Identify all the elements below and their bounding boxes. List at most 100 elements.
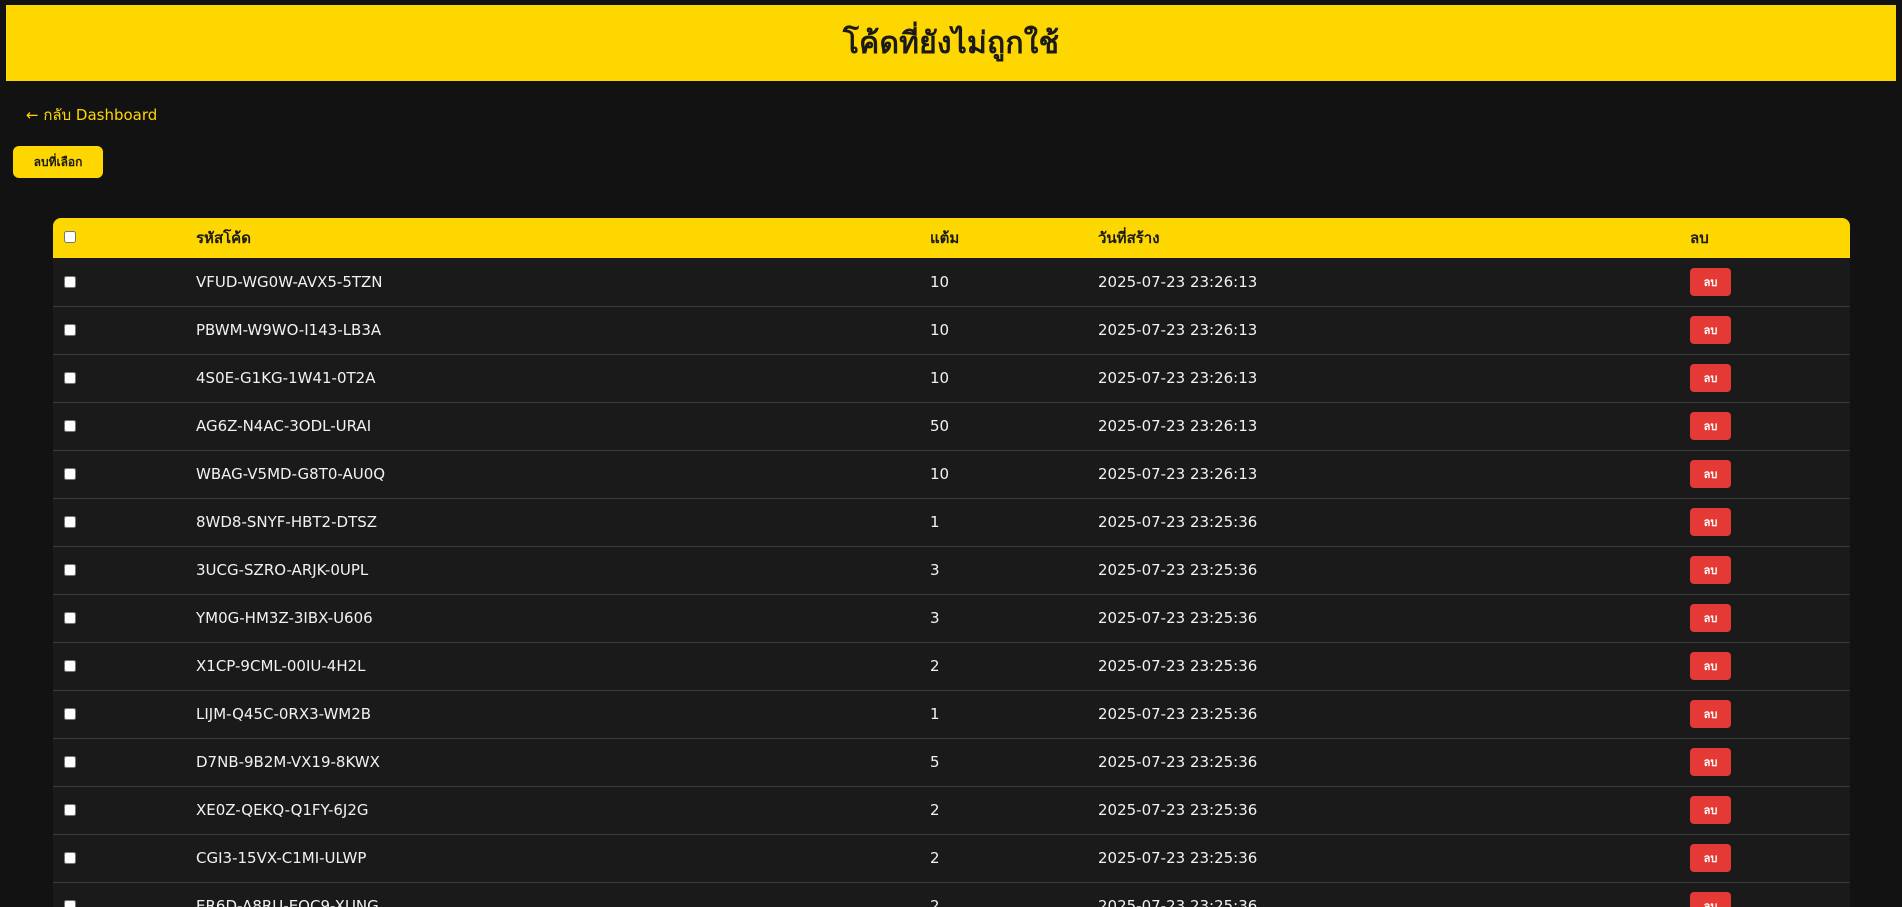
page-title: โค้ดที่ยังไม่ถูกใช้ [842,25,1060,61]
row-select-checkbox[interactable] [64,660,76,672]
row-select-checkbox[interactable] [64,708,76,720]
table-row: AG6Z-N4AC-3ODL-URAI 50 2025-07-23 23:26:13… [53,402,1850,450]
table-row: PBWM-W9WO-I143-LB3A 10 2025-07-23 23:26:13… [53,306,1850,354]
row-select-checkbox[interactable] [64,900,76,907]
table-header: รหัสโค้ด แต้ม วันที่สร้าง ลบ [53,218,1850,258]
delete-row-button[interactable]: ลบ [1690,267,1731,296]
created-cell: 2025-07-23 23:26:13 [1098,417,1258,435]
delete-cell: ลบ [1679,306,1850,354]
header-created: วันที่สร้าง [1098,229,1160,247]
delete-row-button[interactable]: ลบ [1690,460,1731,488]
points-cell: 3 [930,561,940,579]
delete-row-button[interactable]: ลบ [1690,556,1731,584]
delete-row-button[interactable]: ลบ [1690,604,1731,632]
row-select-checkbox[interactable] [64,804,76,816]
created-cell: 2025-07-23 23:25:36 [1098,609,1258,627]
delete-cell: ลบ [1679,402,1850,450]
row-select-cell [53,450,191,498]
points-cell: 10 [930,321,950,339]
delete-row-button[interactable]: ลบ [1690,412,1731,440]
row-select-checkbox[interactable] [64,756,76,768]
row-select-checkbox[interactable] [64,852,76,864]
code-cell: 3UCG-SZRO-ARJK-0UPL [196,561,369,579]
code-cell: ER6D-A8RU-EQC9-XUNG [196,897,379,907]
points-cell: 50 [930,417,950,435]
delete-cell: ลบ [1679,642,1850,690]
header-code: รหัสโค้ด [196,229,251,247]
row-select-cell [53,882,191,907]
delete-cell: ลบ [1679,450,1850,498]
row-select-cell [53,786,191,834]
row-select-checkbox[interactable] [64,324,76,336]
delete-cell: ลบ [1679,786,1850,834]
code-cell: CGI3-15VX-C1MI-ULWP [196,849,367,867]
table-row: X1CP-9CML-00IU-4H2L 2 2025-07-23 23:25:36 ล… [53,642,1850,690]
delete-row-button[interactable]: ลบ [1690,652,1731,680]
points-cell: 2 [930,657,940,675]
delete-row-button[interactable]: ลบ [1690,508,1731,536]
points-cell: 5 [930,753,940,771]
row-select-cell [53,546,191,594]
table-row: 8WD8-SNYF-HBT2-DTSZ 1 2025-07-23 23:25:36 ล… [53,498,1850,546]
back-to-dashboard-link[interactable]: ← กลับ Dashboard [26,103,157,127]
table-row: 3UCG-SZRO-ARJK-0UPL 3 2025-07-23 23:25:36 ล… [53,546,1850,594]
row-select-cell [53,258,191,306]
created-cell: 2025-07-23 23:26:13 [1098,272,1258,291]
code-cell: X1CP-9CML-00IU-4H2L [196,657,366,675]
delete-row-button[interactable]: ลบ [1690,316,1731,344]
code-cell: VFUD-WG0W-AVX5-5TZN [196,272,383,291]
row-select-cell [53,594,191,642]
created-cell: 2025-07-23 23:25:36 [1098,801,1258,819]
delete-row-button[interactable]: ลบ [1690,364,1731,392]
created-cell: 2025-07-23 23:25:36 [1098,897,1258,907]
table-row: D7NB-9B2M-VX19-8KWX 5 2025-07-23 23:25:36 ล… [53,738,1850,786]
delete-row-button[interactable]: ลบ [1690,796,1731,824]
header-points: แต้ม [930,229,960,247]
created-cell: 2025-07-23 23:25:36 [1098,657,1258,675]
delete-selected-button[interactable]: ลบที่เลือก [13,146,103,178]
delete-cell: ลบ [1679,498,1850,546]
delete-row-button[interactable]: ลบ [1690,748,1731,776]
delete-cell: ลบ [1679,882,1850,907]
row-select-checkbox[interactable] [64,516,76,528]
header-delete: ลบ [1690,229,1709,247]
created-cell: 2025-07-23 23:26:13 [1098,321,1258,339]
row-select-checkbox[interactable] [64,420,76,432]
code-cell: 8WD8-SNYF-HBT2-DTSZ [196,513,378,531]
table-row: 4S0E-G1KG-1W41-0T2A 10 2025-07-23 23:26:13… [53,354,1850,402]
delete-cell: ลบ [1679,546,1850,594]
points-cell: 2 [930,849,940,867]
row-select-checkbox[interactable] [64,564,76,576]
created-cell: 2025-07-23 23:26:13 [1098,369,1258,387]
points-cell: 10 [930,369,950,387]
row-select-cell [53,306,191,354]
row-select-cell [53,834,191,882]
created-cell: 2025-07-23 23:25:36 [1098,561,1258,579]
points-cell: 2 [930,801,940,819]
points-cell: 1 [930,513,940,531]
table-row: VFUD-WG0W-AVX5-5TZN 10 2025-07-23 23:26:13… [53,258,1850,306]
table-row: XE0Z-QEKQ-Q1FY-6J2G 2 2025-07-23 23:25:36 ล… [53,786,1850,834]
delete-row-button[interactable]: ลบ [1690,844,1731,872]
code-cell: AG6Z-N4AC-3ODL-URAI [196,417,372,435]
table-row: YM0G-HM3Z-3IBX-U606 3 2025-07-23 23:25:36 ล… [53,594,1850,642]
delete-row-button[interactable]: ลบ [1690,892,1731,907]
delete-row-button[interactable]: ลบ [1690,700,1731,728]
row-select-checkbox[interactable] [64,372,76,384]
created-cell: 2025-07-23 23:26:13 [1098,465,1258,483]
row-select-checkbox[interactable] [64,612,76,624]
row-select-checkbox[interactable] [64,468,76,480]
created-cell: 2025-07-23 23:25:36 [1098,513,1258,531]
points-cell: 2 [930,897,940,907]
row-select-cell [53,690,191,738]
row-select-checkbox[interactable] [64,275,76,288]
code-cell: PBWM-W9WO-I143-LB3A [196,321,382,339]
code-cell: YM0G-HM3Z-3IBX-U606 [196,609,373,627]
row-select-cell [53,402,191,450]
select-all-checkbox[interactable] [64,230,76,243]
created-cell: 2025-07-23 23:25:36 [1098,705,1258,723]
row-select-cell [53,498,191,546]
row-select-cell [53,354,191,402]
table-row: LIJM-Q45C-0RX3-WM2B 1 2025-07-23 23:25:36 ล… [53,690,1850,738]
row-select-cell [53,642,191,690]
